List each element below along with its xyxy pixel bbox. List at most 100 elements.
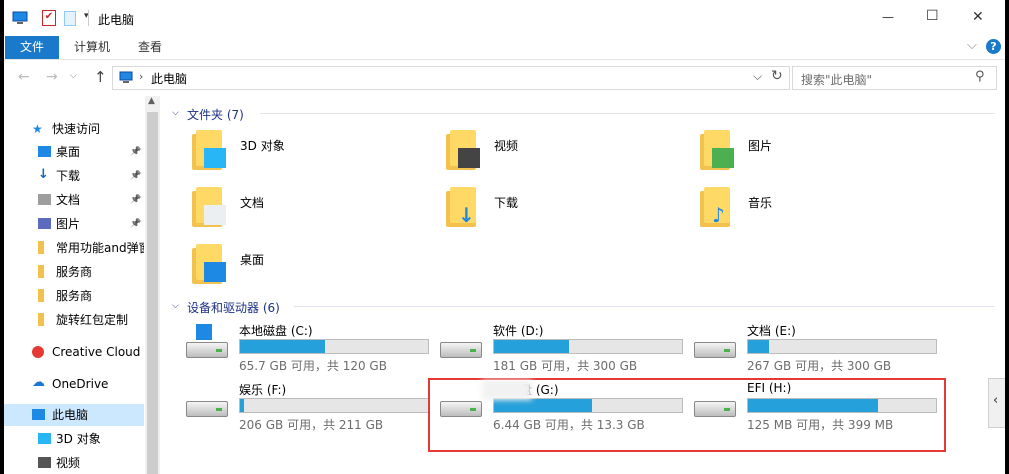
pin-icon[interactable]: 📌 bbox=[130, 165, 141, 187]
folder-label: 文档 bbox=[240, 196, 265, 210]
search-icon: ⚲ bbox=[975, 69, 985, 84]
3d-objects-icon bbox=[38, 433, 51, 444]
recent-locations-icon[interactable]: ⌵ bbox=[70, 71, 77, 81]
sidebar-item-label: 视频 bbox=[56, 456, 81, 470]
drive-space-info: 181 GB 可用，共 300 GB bbox=[493, 359, 638, 373]
sidebar-item[interactable]: ★ 快速访问 bbox=[4, 118, 144, 140]
address-dropdown-icon[interactable]: ⌵ bbox=[753, 69, 762, 84]
sidebar-scrollbar[interactable]: ▲ bbox=[145, 96, 160, 474]
collapse-chevron-icon[interactable]: ⌵ bbox=[172, 108, 179, 118]
this-pc-icon bbox=[119, 71, 133, 83]
window-title: 此电脑 bbox=[98, 13, 135, 27]
sidebar-item[interactable]: 桌面 📌 bbox=[4, 141, 144, 163]
picture-icon-overlay bbox=[712, 148, 734, 168]
drive-tile[interactable]: 本地磁盘 (C:) 65.7 GB 可用，共 120 GB bbox=[186, 322, 434, 374]
download-icon-overlay: ↓ bbox=[458, 203, 475, 227]
sidebar-item[interactable]: 常用功能and弹窗 bbox=[4, 237, 144, 259]
sidebar-item[interactable]: 旋转红包定制 bbox=[4, 309, 144, 331]
folder-tile[interactable]: 3D 对象 bbox=[192, 128, 432, 178]
document-icon bbox=[192, 187, 230, 227]
drive-usage-bar bbox=[747, 339, 937, 354]
folder-label: 视频 bbox=[494, 139, 519, 153]
pin-icon[interactable]: 📌 bbox=[130, 189, 141, 211]
title-bar: ✔ ▾ 此电脑 — ☐ ✕ bbox=[4, 0, 1005, 36]
folder-tile[interactable]: ↓ 下载 bbox=[446, 185, 686, 235]
new-folder-icon[interactable] bbox=[64, 11, 76, 26]
drives-header-label: 设备和驱动器 (6) bbox=[187, 301, 280, 315]
breadcrumb-this-pc[interactable]: 此电脑 bbox=[151, 70, 187, 87]
search-input[interactable]: 搜索"此电脑" ⚲ bbox=[792, 66, 997, 90]
sidebar-item[interactable]: ☁ OneDrive bbox=[4, 373, 144, 395]
this-pc-icon bbox=[12, 11, 28, 24]
expand-ribbon-icon[interactable]: ⌵ bbox=[967, 38, 977, 53]
sidebar-item-label: 常用功能and弹窗 bbox=[56, 241, 144, 255]
scroll-thumb[interactable] bbox=[147, 112, 158, 474]
refresh-icon[interactable]: ↻ bbox=[771, 68, 783, 84]
folder-tile[interactable]: 视频 bbox=[446, 128, 686, 178]
sidebar-item-label: 旋转红包定制 bbox=[56, 313, 129, 327]
folder-icon bbox=[38, 289, 44, 302]
drive-label: 娱乐 (F:) bbox=[239, 383, 287, 397]
folder-tile[interactable]: 桌面 bbox=[192, 242, 432, 292]
folder-label: 图片 bbox=[748, 139, 773, 153]
folder-tile[interactable]: ♪ 音乐 bbox=[700, 185, 940, 235]
sidebar-item-label: 此电脑 bbox=[52, 408, 89, 422]
checkmark-icon[interactable]: ✔ bbox=[42, 10, 56, 26]
folders-divider bbox=[260, 113, 995, 114]
chevron-left-icon: ‹ bbox=[993, 393, 999, 408]
pin-icon[interactable]: 📌 bbox=[130, 213, 141, 235]
up-icon[interactable]: ↑ bbox=[94, 68, 107, 86]
sidebar-item[interactable]: Creative Cloud Files bbox=[4, 341, 144, 363]
close-button[interactable]: ✕ bbox=[972, 9, 984, 25]
sidebar-item[interactable]: 服务商 bbox=[4, 261, 144, 283]
forward-icon[interactable]: → bbox=[46, 69, 58, 85]
tab-computer[interactable]: 计算机 bbox=[74, 36, 110, 59]
tab-view[interactable]: 查看 bbox=[138, 36, 162, 59]
quick-access-toolbar: ✔ ▾ bbox=[32, 10, 102, 26]
drive-label: 本地磁盘 (C:) bbox=[239, 324, 313, 338]
details-pane-toggle[interactable]: ‹ bbox=[988, 378, 1005, 428]
drive-tile[interactable]: 娱乐 (F:) 206 GB 可用，共 211 GB bbox=[186, 381, 434, 433]
scroll-up-icon[interactable]: ▲ bbox=[148, 96, 155, 106]
folder-label: 桌面 bbox=[240, 253, 265, 267]
windows-drive-icon bbox=[186, 324, 228, 358]
3d-objects-icon-overlay bbox=[204, 148, 226, 168]
drive-usage-bar bbox=[239, 339, 429, 354]
breadcrumb-chevron-icon: › bbox=[139, 70, 144, 83]
pin-icon[interactable]: 📌 bbox=[130, 141, 141, 163]
sidebar-item[interactable]: 3D 对象 bbox=[4, 428, 144, 450]
video-icon bbox=[38, 457, 51, 468]
document-icon-overlay bbox=[204, 205, 226, 225]
download-icon: ↓ bbox=[38, 167, 49, 182]
folder-label: 3D 对象 bbox=[240, 139, 285, 153]
sidebar-item[interactable]: 视频 bbox=[4, 452, 144, 474]
sidebar-item[interactable]: 文档 📌 bbox=[4, 189, 144, 211]
sidebar-item[interactable]: ↓ 下载 📌 bbox=[4, 165, 144, 187]
folder-tile[interactable]: 图片 bbox=[700, 128, 940, 178]
sidebar-item[interactable]: 服务商 bbox=[4, 285, 144, 307]
drive-usage-bar bbox=[493, 339, 683, 354]
folders-header-label: 文件夹 (7) bbox=[187, 108, 244, 122]
drive-label: 文档 (E:) bbox=[747, 324, 796, 338]
drive-label: 软件 (D:) bbox=[493, 324, 544, 338]
video-icon-overlay bbox=[458, 148, 480, 168]
drive-usage-bar bbox=[239, 398, 429, 413]
collapse-chevron-icon[interactable]: ⌵ bbox=[172, 301, 179, 311]
drive-tile[interactable]: 软件 (D:) 181 GB 可用，共 300 GB bbox=[440, 322, 688, 374]
folder-icon bbox=[38, 265, 44, 278]
address-bar[interactable]: › 此电脑 ⌵ ↻ bbox=[112, 66, 790, 90]
minimize-button[interactable]: — bbox=[882, 10, 894, 24]
blur-redaction bbox=[482, 380, 532, 400]
star-icon: ★ bbox=[32, 122, 43, 136]
3d-objects-icon bbox=[192, 130, 230, 170]
folder-tile[interactable]: 文档 bbox=[192, 185, 432, 235]
sidebar-item-label: Creative Cloud Files bbox=[52, 345, 140, 359]
onedrive-icon: ☁ bbox=[32, 375, 45, 390]
drive-tile[interactable]: 文档 (E:) 267 GB 可用，共 300 GB bbox=[694, 322, 942, 374]
sidebar-item[interactable]: 图片 📌 bbox=[4, 213, 144, 235]
tab-file[interactable]: 文件 bbox=[5, 36, 59, 59]
maximize-button[interactable]: ☐ bbox=[926, 8, 939, 24]
back-icon[interactable]: ← bbox=[18, 69, 30, 85]
sidebar-item[interactable]: 此电脑 bbox=[4, 404, 144, 426]
help-icon[interactable]: ? bbox=[986, 39, 1001, 54]
